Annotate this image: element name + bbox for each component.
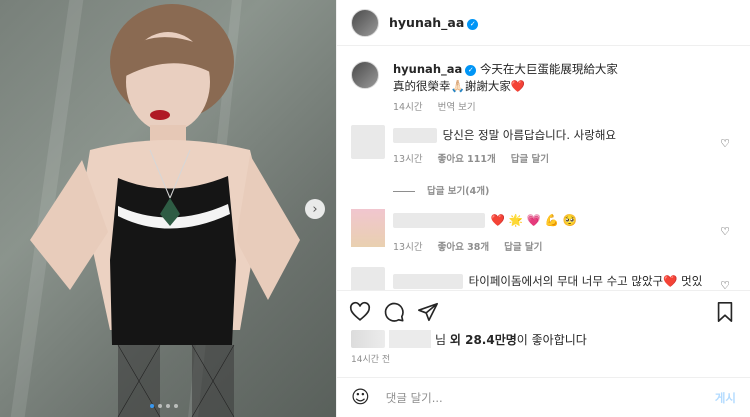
likes-summary: 님 외 28.4만명 이 좋아합니다 <box>351 330 587 348</box>
caption-username[interactable]: hyunah_aa <box>393 62 462 76</box>
replies-divider <box>393 191 415 192</box>
caption-time[interactable]: 14시간 <box>393 102 423 113</box>
header-username-text[interactable]: hyunah_aa <box>389 15 464 30</box>
comment-text: 당신은 정말 아름답습니다. 사랑해요 <box>442 128 616 142</box>
like-comment-heart-icon[interactable]: ♡ <box>720 279 730 290</box>
comments-list: hyunah_aa ✓ 今天在大巨蛋能展現給大家 真的很榮幸🙏🏻謝謝大家❤️ 14… <box>337 47 750 290</box>
header-username[interactable]: hyunah_aa ✓ <box>389 15 479 30</box>
view-replies-label[interactable]: 답글 보기(4개) <box>427 186 489 197</box>
caption-line1: 今天在大巨蛋能展現給大家 <box>479 62 618 76</box>
carousel-dot <box>158 404 162 408</box>
comment-meta: 13시간 좋아요 38개 답글 달기 <box>393 239 554 253</box>
commenter-avatar[interactable] <box>351 267 385 290</box>
comment-input[interactable] <box>383 389 688 406</box>
carousel-dot <box>150 404 154 408</box>
liker-avatars[interactable] <box>351 330 385 348</box>
comment-likes[interactable]: 좋아요 38개 <box>438 242 490 253</box>
comment-text: ❤️ 🌟 💗 💪 🥺 <box>490 213 577 227</box>
add-comment-bar: ☺ 게시 <box>337 377 750 417</box>
caption-text: hyunah_aa ✓ 今天在大巨蛋能展現給大家 真的很榮幸🙏🏻謝謝大家❤️ <box>393 61 723 95</box>
comment-time: 13시간 <box>393 154 423 165</box>
post-header: hyunah_aa ✓ <box>337 0 750 46</box>
comment-body: ❤️ 🌟 💗 💪 🥺 <box>393 213 577 228</box>
view-replies-row: 답글 보기(4개) <box>351 183 736 199</box>
commenter-username[interactable] <box>393 274 463 289</box>
like-comment-heart-icon[interactable]: ♡ <box>720 137 730 150</box>
comment-item: 당신은 정말 아름답습니다. 사랑해요 13시간 좋아요 111개 답글 달기 … <box>351 123 736 167</box>
comment-time: 13시간 <box>393 242 423 253</box>
commenter-username[interactable] <box>393 213 485 228</box>
caption-avatar[interactable] <box>351 61 379 89</box>
likes-suffix: 님 <box>435 332 447 347</box>
instagram-post: › hyunah_aa✓ hyunah_aa✓ 今天在大巨蛋能展現給大家 真 <box>0 0 750 417</box>
reply-button[interactable]: 답글 달기 <box>511 154 549 165</box>
reply-button[interactable]: 답글 달기 <box>504 242 542 253</box>
photo-figure <box>30 4 300 417</box>
commenter-username[interactable] <box>393 128 437 143</box>
comment-likes[interactable]: 좋아요 111개 <box>438 154 496 165</box>
carousel-dot <box>174 404 178 408</box>
next-photo-button[interactable]: › <box>305 199 325 219</box>
comment-text: 타이페이돔에서의 무대 너무 수고 많았구❤️ 멋있 <box>468 274 703 288</box>
emoji-icon[interactable]: ☺ <box>351 387 370 408</box>
comment-body: 당신은 정말 아름답습니다. 사랑해요 <box>393 127 616 143</box>
verified-badge-icon: ✓ <box>467 18 479 30</box>
verified-badge-icon: ✓ <box>465 65 477 76</box>
commenter-avatar[interactable] <box>351 209 385 247</box>
caption-meta: 14시간 번역 보기 <box>393 99 488 113</box>
view-replies[interactable]: 답글 보기(4개) <box>393 183 501 197</box>
likes-tail: 이 좋아합니다 <box>516 332 587 347</box>
avatar[interactable] <box>351 8 379 37</box>
carousel-dots <box>150 404 178 408</box>
share-icon[interactable] <box>417 301 439 323</box>
caption-line2: 真的很榮幸🙏🏻謝謝大家❤️ <box>393 79 526 93</box>
bookmark-icon[interactable] <box>714 301 736 323</box>
action-bar <box>337 290 750 331</box>
chevron-right-icon: › <box>312 201 318 217</box>
comment-body: 타이페이돔에서의 무대 너무 수고 많았구❤️ 멋있 <box>393 273 702 289</box>
post-photo[interactable]: › <box>0 0 336 417</box>
comment-item: 타이페이돔에서의 무대 너무 수고 많았구❤️ 멋있 ♡ <box>351 267 736 290</box>
carousel-dot <box>166 404 170 408</box>
post-timestamp[interactable]: 14시간 전 <box>351 352 390 365</box>
comment-item: ❤️ 🌟 💗 💪 🥺 13시간 좋아요 38개 답글 달기 ♡ <box>351 209 736 255</box>
likes-count[interactable]: 외 28.4만명 <box>450 331 517 348</box>
translate-link[interactable]: 번역 보기 <box>438 102 476 113</box>
post-side-panel: hyunah_aa ✓ hyunah_aa ✓ 今天在大巨蛋能展現給大家 真的很榮幸… <box>336 0 750 417</box>
caption: hyunah_aa ✓ 今天在大巨蛋能展現給大家 真的很榮幸🙏🏻謝謝大家❤️ 14… <box>351 57 736 115</box>
commenter-avatar[interactable] <box>351 125 385 159</box>
comment-icon[interactable] <box>383 301 405 323</box>
heart-icon[interactable] <box>349 301 371 323</box>
comment-meta: 13시간 좋아요 111개 답글 달기 <box>393 151 561 165</box>
like-comment-heart-icon[interactable]: ♡ <box>720 225 730 238</box>
liker-username[interactable] <box>389 330 431 348</box>
post-comment-button[interactable]: 게시 <box>715 390 736 406</box>
